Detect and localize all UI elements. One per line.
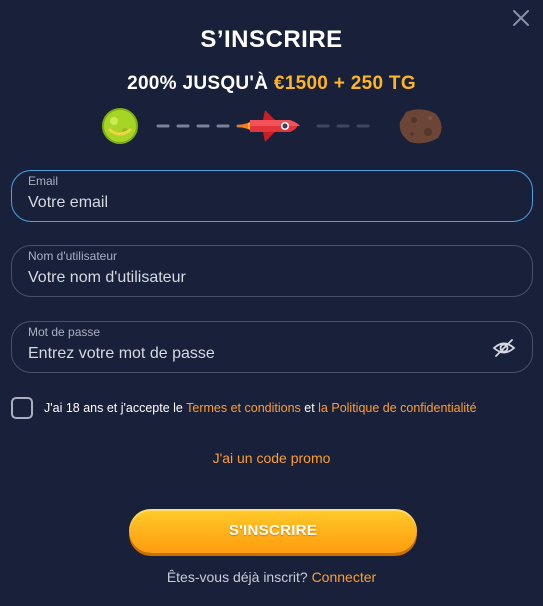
- promo-row: J'ai un code promo: [0, 450, 543, 466]
- planet-green-icon: [102, 108, 138, 144]
- password-input[interactable]: [28, 342, 468, 366]
- asteroid-icon: [399, 109, 442, 144]
- password-label: Mot de passe: [28, 325, 101, 339]
- email-input[interactable]: [28, 191, 468, 215]
- username-field[interactable]: Nom d'utilisateur: [11, 245, 533, 297]
- close-icon: [513, 10, 529, 26]
- modal-title: S’INSCRIRE: [200, 26, 343, 53]
- bonus-banner: 200% JUSQU'À €1500 + 250 TG: [0, 73, 543, 95]
- email-label: Email: [28, 174, 59, 188]
- login-prompt: Êtes-vous déjà inscrit?: [166, 569, 312, 585]
- close-button[interactable]: [511, 8, 531, 28]
- privacy-link[interactable]: la Politique de confidentialité: [318, 401, 476, 415]
- terms-prefix: J'ai 18 ans et j'accepte le: [44, 401, 187, 415]
- terms-link[interactable]: Termes et conditions: [186, 401, 301, 415]
- password-field[interactable]: Mot de passe: [11, 321, 533, 373]
- username-input[interactable]: [28, 266, 468, 290]
- terms-middle: et: [300, 401, 319, 415]
- terms-checkbox[interactable]: [11, 397, 33, 419]
- login-row: Êtes-vous déjà inscrit? Connecter: [0, 569, 543, 585]
- promo-code-link[interactable]: J'ai un code promo: [213, 450, 331, 466]
- terms-text: J'ai 18 ans et j'accepte le Termes et co…: [44, 401, 477, 415]
- register-submit-button[interactable]: S'INSCRIRE: [129, 509, 417, 553]
- username-label: Nom d'utilisateur: [28, 249, 117, 263]
- toggle-password-visibility-button[interactable]: [492, 336, 516, 360]
- bonus-progress-illustration: [100, 104, 450, 148]
- terms-row: J'ai 18 ans et j'accepte le Termes et co…: [11, 397, 531, 421]
- rocket-icon: [236, 110, 300, 142]
- login-link[interactable]: Connecter: [312, 569, 377, 585]
- eye-slash-icon: [492, 339, 516, 357]
- email-field[interactable]: Email: [11, 170, 533, 222]
- bonus-amount: €1500 + 250 TG: [273, 73, 416, 94]
- bonus-prefix: 200% JUSQU'À: [127, 73, 274, 94]
- registration-modal: S’INSCRIRE 200% JUSQU'À €1500 + 250 TG E…: [0, 0, 543, 606]
